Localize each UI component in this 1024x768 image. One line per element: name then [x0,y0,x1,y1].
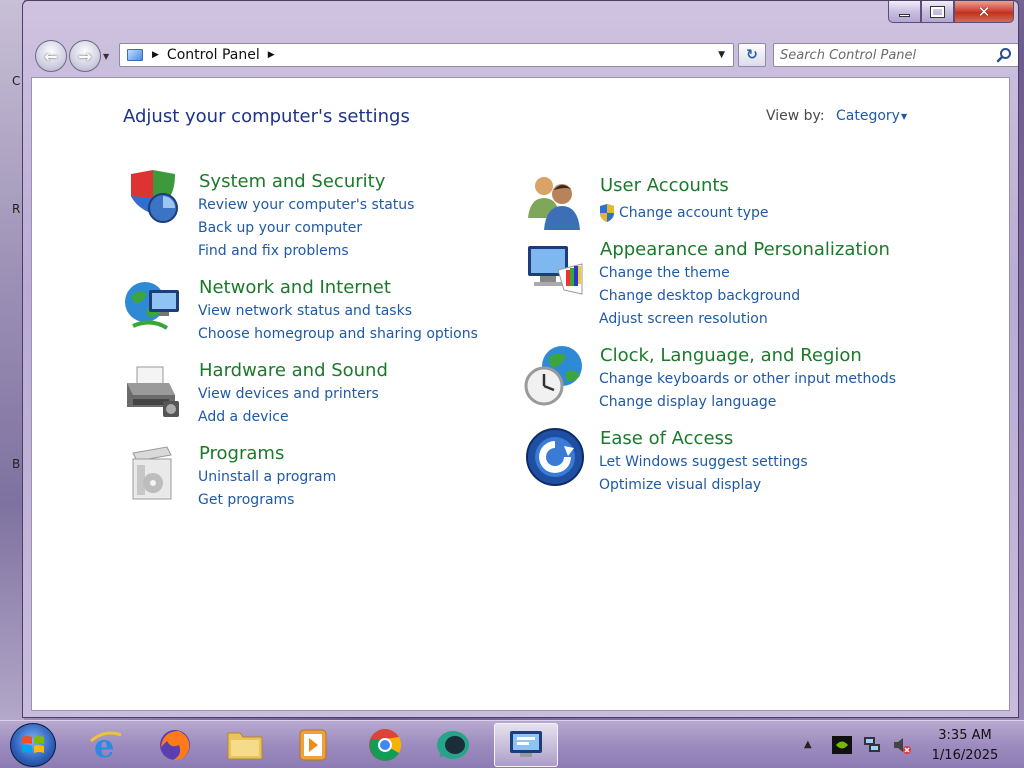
desktop-fragment-text: C [12,74,21,88]
search-icon[interactable] [996,47,1012,63]
link-display-language[interactable]: Change display language [599,394,776,410]
content-pane: Adjust your computer's settings View by:… [31,77,1010,711]
close-icon: ✕ [977,2,991,21]
search-input[interactable] [780,47,980,63]
recent-pages-dropdown[interactable]: ▼ [103,52,109,61]
media-player-taskbar-button[interactable] [284,723,342,767]
chevron-down-icon[interactable]: ▼ [901,112,907,121]
control-panel-window: ✕ ← → ▼ ▶ Control Panel ▶ ▼ ↻ Adjust you… [22,0,1019,718]
shield-security-icon[interactable] [123,168,185,230]
minimize-icon [899,14,910,17]
address-bar[interactable]: ▶ Control Panel ▶ ▼ [119,43,734,67]
link-change-keyboards[interactable]: Change keyboards or other input methods [599,371,896,387]
page-title: Adjust your computer's settings [123,106,410,127]
windows-logo-icon [22,736,44,753]
link-get-programs[interactable]: Get programs [198,492,294,508]
chat-app-taskbar-button[interactable] [424,723,482,767]
category-title-network-internet[interactable]: Network and Internet [199,277,391,298]
category-title-appearance[interactable]: Appearance and Personalization [600,239,890,260]
printer-hardware-icon[interactable] [123,361,185,423]
back-arrow-icon: ← [44,46,58,66]
link-add-device[interactable]: Add a device [198,409,289,425]
firefox-taskbar-button[interactable] [146,723,204,767]
file-explorer-taskbar-button[interactable] [216,723,274,767]
forward-arrow-icon: → [78,46,92,66]
control-panel-icon [124,47,146,63]
globe-network-icon[interactable] [123,278,185,340]
clock-time: 3:35 AM [938,728,992,743]
category-title-user-accounts[interactable]: User Accounts [600,175,729,196]
link-windows-suggest[interactable]: Let Windows suggest settings [599,454,808,470]
media-player-icon [299,729,327,761]
link-change-theme[interactable]: Change the theme [599,265,730,281]
back-button[interactable]: ← [35,40,67,72]
link-homegroup[interactable]: Choose homegroup and sharing options [198,326,478,342]
chrome-taskbar-button[interactable] [356,723,414,767]
category-title-ease-of-access[interactable]: Ease of Access [600,428,733,449]
address-dropdown-icon[interactable]: ▼ [718,50,725,60]
clock-date: 1/16/2025 [931,748,999,763]
view-by-label: View by: [766,108,825,124]
volume-muted-icon[interactable] [892,735,912,755]
close-button[interactable]: ✕ [954,1,1014,23]
show-hidden-icons-button[interactable]: ▲ [804,739,812,750]
chrome-icon [369,729,402,761]
users-icon[interactable] [524,172,586,234]
category-title-system-security[interactable]: System and Security [199,171,385,192]
forward-button[interactable]: → [69,40,101,72]
link-screen-resolution[interactable]: Adjust screen resolution [599,311,768,327]
ease-of-access-icon[interactable] [524,426,586,488]
link-network-status[interactable]: View network status and tasks [198,303,412,319]
folder-icon [227,732,263,760]
programs-box-icon[interactable] [123,443,185,505]
clock-globe-icon[interactable] [524,344,586,406]
internet-explorer-icon: e [90,727,122,763]
link-review-status[interactable]: Review your computer's status [198,197,414,213]
desktop-fragment-text: B [12,457,21,471]
maximize-icon [930,5,945,18]
monitor-palette-icon[interactable] [524,240,586,302]
network-icon[interactable] [862,735,882,755]
chat-bubble-icon [437,731,469,759]
navigation-bar: ← → ▼ ▶ Control Panel ▶ ▼ ↻ [31,39,1018,73]
nvidia-icon[interactable] [832,735,852,755]
link-back-up[interactable]: Back up your computer [198,220,362,236]
view-by-dropdown[interactable]: Category [836,108,900,124]
internet-explorer-taskbar-button[interactable]: e [76,723,134,767]
link-devices-printers[interactable]: View devices and printers [198,386,379,402]
link-uninstall-program[interactable]: Uninstall a program [198,469,336,485]
refresh-icon: ↻ [746,47,758,63]
search-box[interactable] [773,43,1018,67]
control-panel-icon [510,731,542,757]
category-title-hardware-sound[interactable]: Hardware and Sound [199,360,388,381]
caption-buttons: ✕ [888,1,1014,25]
taskbar: e ▲ 3:35 AM 1/16/2025 [0,720,1024,768]
link-desktop-background[interactable]: Change desktop background [599,288,800,304]
category-title-clock-language[interactable]: Clock, Language, and Region [600,345,862,366]
refresh-button[interactable]: ↻ [738,43,766,67]
uac-shield-icon [600,204,614,222]
maximize-button[interactable] [921,1,954,23]
desktop-fragment-text: R [12,202,21,216]
desktop-background [0,0,24,720]
link-find-fix-problems[interactable]: Find and fix problems [198,243,349,259]
system-clock[interactable]: 3:35 AM 1/16/2025 [925,726,1005,766]
control-panel-taskbar-button[interactable] [494,723,558,767]
minimize-button[interactable] [888,1,921,23]
category-title-programs[interactable]: Programs [199,443,284,464]
firefox-icon [160,730,190,761]
start-button[interactable] [10,723,56,767]
breadcrumb-chevron-icon[interactable]: ▶ [268,50,275,60]
breadcrumb-chevron-icon[interactable]: ▶ [152,50,159,60]
link-change-account-type[interactable]: Change account type [619,205,769,221]
breadcrumb-control-panel[interactable]: Control Panel [167,47,260,63]
link-optimize-display[interactable]: Optimize visual display [599,477,761,493]
